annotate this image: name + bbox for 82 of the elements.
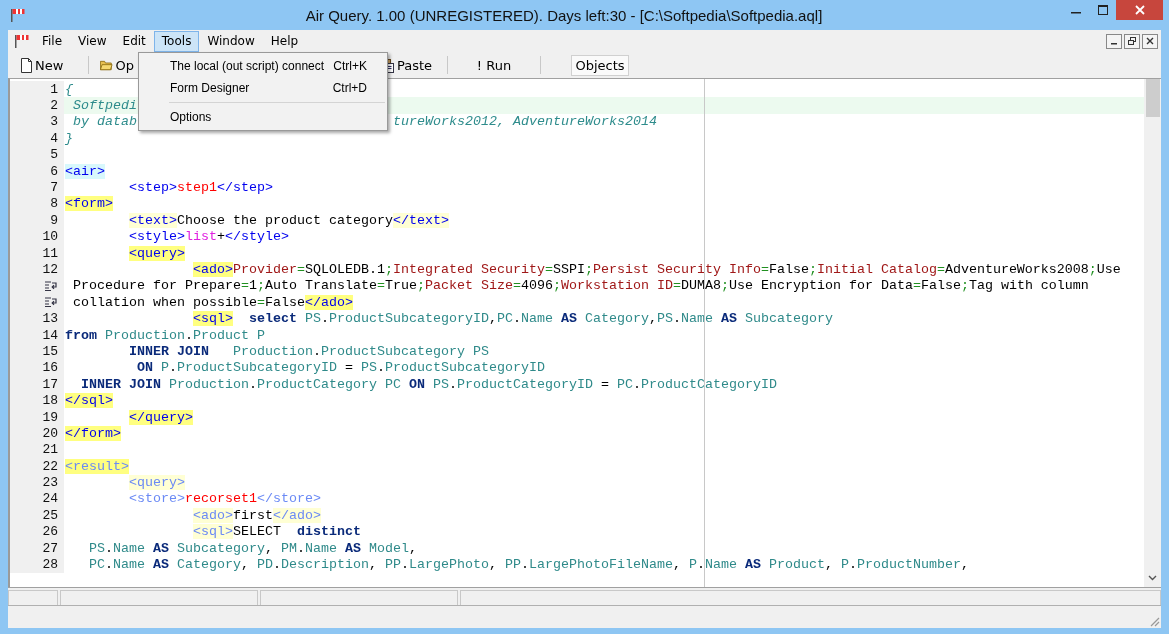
code-line: Softpedi	[72, 98, 137, 114]
line-number: 3	[50, 114, 58, 130]
line-number: 25	[42, 507, 58, 523]
line-number: 23	[42, 475, 58, 491]
line-number: 20	[42, 425, 58, 441]
line-number: 16	[42, 360, 58, 376]
line-number: 24	[42, 491, 58, 507]
code-line: <text>Choose the product category</text>	[128, 212, 449, 228]
menu-item[interactable]: Options	[139, 106, 387, 128]
toolbar-button[interactable]: New	[14, 54, 84, 76]
code-line: <ado>Provider=SQLOLEDB.1;Integrated Security=SSPI;Persist Security Info=False;Initial Catalog=AdventureWorks2008;Use	[191, 262, 1121, 277]
code-line: ON P.ProductSubcategoryID = PS.ProductSubcategoryID	[136, 360, 545, 376]
line-number: 11	[42, 245, 58, 261]
scrollbar-thumb[interactable]	[1145, 79, 1160, 117]
menu-item[interactable]: Window	[199, 30, 263, 52]
close-button[interactable]	[1142, 33, 1158, 49]
line-number: 27	[42, 540, 58, 556]
code-line: INNER JOIN Production.ProductCategory PC ON PS.ProductCategoryID = PC.ProductCategoryID	[80, 376, 777, 392]
scroll-down-icon[interactable]	[1148, 575, 1157, 581]
menu-item[interactable]: The local (out script) connect Ctrl+K	[139, 55, 387, 77]
line-number: 7	[50, 180, 58, 196]
toolbar-button[interactable]: Op	[93, 54, 141, 76]
menu-item[interactable]: Tools	[153, 30, 200, 52]
menu-item[interactable]: File	[34, 30, 71, 52]
line-number: 10	[42, 229, 58, 245]
maximize-icon	[1097, 5, 1108, 15]
minimize-button[interactable]	[1106, 33, 1122, 49]
code-line: PC.Name AS Category, PD.Description, PP.LargePhoto, PP.LargePhotoFileName, P.Name AS Product, P.ProductNumber,	[88, 557, 969, 572]
code-line: PS.Name AS Subcategory, PM.Name AS Model,	[88, 540, 417, 556]
close-icon	[1134, 5, 1145, 15]
line-number: 2	[50, 98, 58, 114]
code-editor[interactable]	[8, 78, 1161, 587]
code-line: Procedure for Prepare=1;Auto Translate=True;Packet Size=4096;Workstation ID=DUMA8;Use Encryption for Data=False;Tag with column	[72, 278, 1089, 294]
flag-icon	[10, 7, 26, 23]
line-number: 26	[42, 524, 58, 540]
line-number: 15	[42, 343, 58, 359]
line-number: 8	[50, 196, 58, 212]
minimize-icon	[1070, 12, 1081, 14]
resize-grip-icon[interactable]	[1148, 615, 1160, 627]
window-title: Air Query. 1.00 (UNREGISTERED). Days left:30 - [C:\Softpedia\Softpedia.aql]	[304, 6, 824, 24]
code-line: tureWorks2012, AdventureWorks2014	[392, 114, 657, 130]
line-number: 14	[42, 327, 58, 343]
code-line: collation when possible=False</ado>	[72, 294, 353, 310]
restore-button[interactable]	[1124, 33, 1140, 49]
line-number: 17	[42, 376, 58, 392]
line-number: 22	[42, 458, 58, 474]
wrap-icon	[45, 280, 57, 291]
line-number: 9	[50, 212, 58, 228]
menu-item[interactable]: View	[70, 30, 115, 52]
code-line: }	[65, 130, 73, 146]
wrap-icon	[45, 297, 57, 308]
menu-item[interactable]: Help	[262, 30, 307, 52]
line-number: 21	[42, 442, 58, 458]
code-line: <sql> select PS.ProductSubcategoryID,PC.Name AS Category,PS.Name AS Subcategory	[191, 311, 833, 327]
line-number: 19	[42, 409, 58, 425]
line-number: 12	[42, 262, 58, 277]
line-number: 13	[42, 311, 58, 327]
code-line: <step>step1</step>	[128, 180, 273, 196]
menu-item[interactable]: Edit	[114, 30, 154, 52]
code-line: INNER JOIN Production.ProductSubcategory PS	[128, 343, 489, 359]
code-line: from Production.Product P	[65, 327, 265, 343]
line-number: 6	[50, 163, 58, 179]
scrollbar[interactable]	[1144, 79, 1161, 587]
close-icon	[1146, 37, 1154, 45]
toolbar-button[interactable]: ! Run	[452, 54, 536, 76]
line-number: 18	[42, 393, 58, 409]
menu-item[interactable]: Form Designer Ctrl+D	[139, 77, 387, 99]
code-line: <style>list+</style>	[128, 229, 289, 245]
line-number: 4	[50, 130, 58, 146]
line-number: 5	[50, 147, 58, 163]
code-line: <store>recorset1</store>	[128, 491, 321, 507]
restore-icon	[1128, 37, 1136, 45]
code-line: {	[65, 81, 73, 97]
toolbar-button[interactable]: Objects	[571, 54, 629, 76]
flag-icon	[14, 33, 30, 49]
code-line: <sql>SELECT distinct	[191, 524, 361, 540]
folder-icon	[100, 59, 113, 71]
line-number: 1	[50, 81, 58, 97]
document-icon	[21, 57, 32, 73]
line-number: 28	[42, 557, 58, 572]
code-line: <ado>first</ado>	[191, 507, 321, 523]
code-line: by datab	[72, 114, 137, 130]
